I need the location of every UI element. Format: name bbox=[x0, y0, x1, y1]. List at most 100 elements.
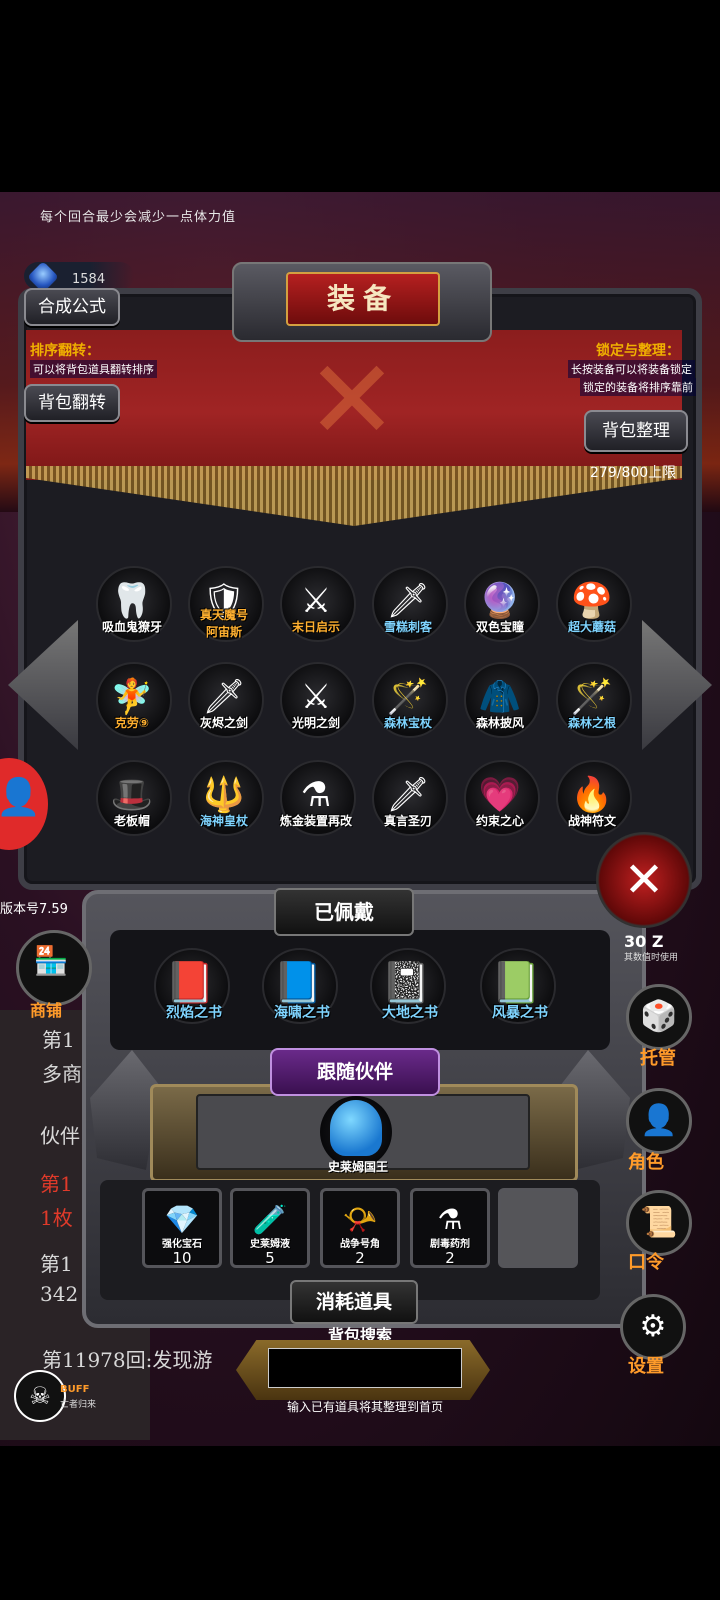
inventory-item[interactable]: 🦷 吸血鬼獠牙 bbox=[92, 566, 172, 646]
inventory-item[interactable]: 🔥 战神符文 bbox=[552, 760, 632, 840]
consumable-count: 2 bbox=[445, 1249, 455, 1267]
right-counter-desc: 其数值时使用 bbox=[624, 953, 679, 963]
companion-title: 跟随伙伴 bbox=[270, 1048, 440, 1096]
inventory-item[interactable]: 🛡 真天魔号 阿宙斯 bbox=[184, 566, 264, 646]
book-label: 烈焰之书 bbox=[166, 1005, 222, 1021]
flip-bag-button[interactable]: 背包翻转 bbox=[24, 384, 120, 422]
inventory-item[interactable]: 🧚 克劳⑨ bbox=[92, 662, 172, 742]
inventory-item[interactable]: 🪄 森林之根 bbox=[552, 662, 632, 742]
item-label: 超大蘑菇 bbox=[567, 620, 616, 634]
equipped-book[interactable]: 📓 大地之书 bbox=[370, 948, 450, 1028]
equipped-book[interactable]: 📕 烈焰之书 bbox=[154, 948, 234, 1028]
skull-icon[interactable]: ☠ bbox=[14, 1370, 66, 1422]
log-line: 第1 bbox=[42, 1028, 75, 1052]
log-line: 多商 bbox=[42, 1062, 82, 1086]
consumable-slot[interactable]: 📯 战争号角 2 bbox=[320, 1188, 400, 1268]
command-label: 口令 bbox=[628, 1252, 664, 1273]
inventory-item[interactable]: 🧥 森林披风 bbox=[460, 662, 540, 742]
inventory-item[interactable]: 🪄 森林宝杖 bbox=[368, 662, 448, 742]
bag-capacity: 279/800上限 bbox=[590, 465, 677, 481]
shop-icon: 🏪 bbox=[33, 944, 69, 977]
consumable-count: 2 bbox=[355, 1249, 365, 1267]
book-label: 风暴之书 bbox=[492, 1005, 548, 1021]
inventory-item[interactable]: 🍄 超大蘑菇 bbox=[552, 566, 632, 646]
item-label: 灰烬之剑 bbox=[199, 716, 248, 730]
item-label: 森林披风 bbox=[475, 716, 524, 730]
item-label: 吸血鬼獠牙 bbox=[101, 620, 162, 634]
panel-title: 装备 bbox=[286, 272, 440, 326]
inventory-item[interactable]: 💗 约束之心 bbox=[460, 760, 540, 840]
character-button[interactable]: 👤 bbox=[626, 1088, 692, 1154]
auto-manage-button[interactable]: 🎲 bbox=[626, 984, 692, 1050]
equipped-book[interactable]: 📗 风暴之书 bbox=[480, 948, 560, 1028]
buff-sub-label: 亡者归来 bbox=[60, 1400, 97, 1410]
search-hint: 输入已有道具将其整理到首页 bbox=[286, 1400, 443, 1414]
auto-manage-label: 托管 bbox=[640, 1048, 676, 1069]
inventory-item[interactable]: ⚔ 光明之剑 bbox=[276, 662, 356, 742]
shop-label: 商铺 bbox=[30, 1001, 63, 1020]
log-line: 第11978回:发现游 bbox=[42, 1348, 213, 1372]
log-line: 342 bbox=[40, 1282, 79, 1306]
formula-button[interactable]: 合成公式 bbox=[24, 288, 120, 326]
lock-tip-desc: 长按装备可以将装备锁定 bbox=[568, 360, 695, 378]
consumable-slot-empty[interactable] bbox=[498, 1188, 578, 1268]
inventory-item[interactable]: ⚗ 炼金装置再改 bbox=[276, 760, 356, 840]
item-label: 双色宝瞳 bbox=[475, 620, 524, 634]
item-label: 森林宝杖 bbox=[383, 716, 432, 730]
consumable-label: 强化宝石 bbox=[162, 1239, 202, 1250]
item-label: 真天魔号 阿宙斯 bbox=[199, 608, 248, 639]
sort-tip-desc: 可以将背包道具翻转排序 bbox=[30, 360, 157, 378]
inventory-item[interactable]: 🎩 老板帽 bbox=[92, 760, 172, 840]
user-icon: 👤 bbox=[0, 777, 41, 818]
consumable-slot[interactable]: ⚗ 剧毒药剂 2 bbox=[410, 1188, 490, 1268]
inventory-item[interactable]: 🔱 海神皇杖 bbox=[184, 760, 264, 840]
hooded-figure-icon: 👤 bbox=[640, 1103, 678, 1138]
item-label: 森林之根 bbox=[567, 716, 616, 730]
lock-tip-desc: 锁定的装备将排序靠前 bbox=[580, 378, 696, 396]
consumable-slot[interactable]: 🧪 史莱姆液 5 bbox=[230, 1188, 310, 1268]
log-line: 第1 bbox=[40, 1172, 73, 1196]
equipped-book[interactable]: 📘 海啸之书 bbox=[262, 948, 342, 1028]
item-label: 末日启示 bbox=[291, 620, 340, 634]
item-label: 老板帽 bbox=[113, 814, 150, 828]
slime-king-icon bbox=[330, 1100, 382, 1156]
sort-bag-button[interactable]: 背包整理 bbox=[584, 410, 688, 452]
consumables-title: 消耗道具 bbox=[290, 1280, 418, 1324]
settings-button[interactable]: ⚙ bbox=[620, 1294, 686, 1360]
book-label: 海啸之书 bbox=[274, 1005, 330, 1021]
consumable-label: 史莱姆液 bbox=[250, 1239, 290, 1250]
item-label: 战神符文 bbox=[567, 814, 616, 828]
scroll-icon: 📜 bbox=[640, 1205, 678, 1240]
inventory-item[interactable]: 🗡 真言圣刃 bbox=[368, 760, 448, 840]
consumable-label: 剧毒药剂 bbox=[430, 1239, 470, 1250]
item-label: 光明之剑 bbox=[291, 716, 340, 730]
consumable-count: 10 bbox=[172, 1249, 192, 1267]
close-icon: ✕ bbox=[623, 852, 665, 908]
item-label: 克劳⑨ bbox=[114, 716, 150, 730]
settings-label: 设置 bbox=[628, 1356, 664, 1377]
lock-tip-title: 锁定与整理： bbox=[596, 343, 680, 359]
item-label: 真言圣刃 bbox=[383, 814, 432, 828]
top-hint-text: 每个回合最少会减少一点体力值 bbox=[40, 210, 237, 225]
right-counter: 30 Z bbox=[624, 932, 664, 951]
inventory-item[interactable]: 🔮 双色宝瞳 bbox=[460, 566, 540, 646]
item-label: 雪糕刺客 bbox=[383, 620, 432, 634]
gear-icon: ⚙ bbox=[639, 1309, 667, 1344]
consumable-count: 5 bbox=[265, 1249, 275, 1267]
companion-name: 史莱姆国王 bbox=[327, 1160, 388, 1174]
sort-tip-title: 排序翻转： bbox=[30, 343, 100, 359]
item-label: 海神皇杖 bbox=[199, 814, 248, 828]
book-label: 大地之书 bbox=[382, 1005, 438, 1021]
bag-search-input[interactable] bbox=[268, 1348, 462, 1388]
dice-icon: 🎲 bbox=[640, 999, 678, 1034]
item-label: 约束之心 bbox=[475, 814, 524, 828]
character-label: 角色 bbox=[628, 1152, 664, 1173]
log-line: 第1 bbox=[40, 1252, 73, 1276]
inventory-item[interactable]: ⚔ 末日启示 bbox=[276, 566, 356, 646]
consumable-slot[interactable]: 💎 强化宝石 10 bbox=[142, 1188, 222, 1268]
inventory-item[interactable]: 🗡 雪糕刺客 bbox=[368, 566, 448, 646]
crossed-swords-emblem: ✕ bbox=[305, 336, 399, 464]
inventory-item[interactable]: 🗡 灰烬之剑 bbox=[184, 662, 264, 742]
command-button[interactable]: 📜 bbox=[626, 1190, 692, 1256]
log-line: 1枚 bbox=[40, 1206, 73, 1230]
